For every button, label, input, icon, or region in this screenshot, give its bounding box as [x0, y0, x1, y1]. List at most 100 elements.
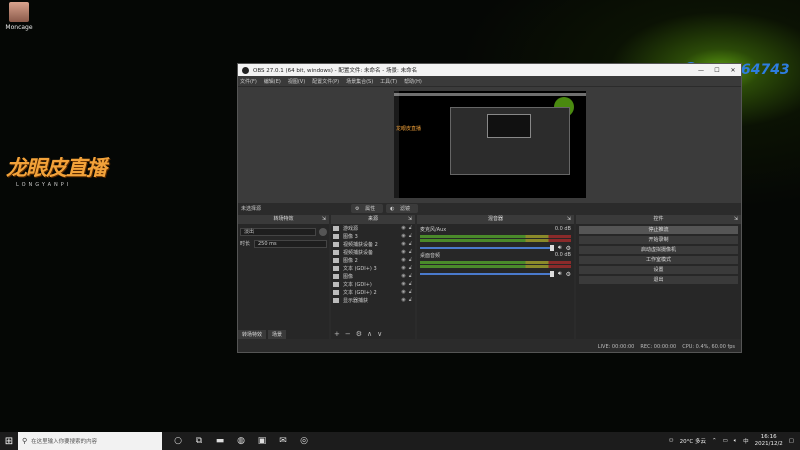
eye-icon[interactable]: ◉ [401, 297, 405, 303]
gear-icon[interactable] [319, 227, 327, 236]
eye-icon[interactable]: ◉ [401, 265, 405, 271]
menu-help[interactable]: 帮助(H) [404, 78, 422, 85]
mixer-channel: 桌面音频 0.0 dB 🔊︎ ⚙ [417, 250, 574, 278]
source-item[interactable]: 显示器捕获 ◉ 🔓︎ [331, 296, 415, 304]
lock-icon[interactable]: 🔓︎ [409, 249, 412, 255]
menu-file[interactable]: 文件(F) [240, 78, 257, 85]
source-item[interactable]: 图像 ◉ 🔓︎ [331, 272, 415, 280]
source-item[interactable]: 文本 (GDI+) 2 ◉ 🔓︎ [331, 288, 415, 296]
menu-tools[interactable]: 工具(T) [380, 78, 397, 85]
lock-icon[interactable]: 🔓︎ [409, 289, 412, 295]
lock-icon[interactable]: 🔓︎ [409, 233, 412, 239]
eye-icon[interactable]: ◉ [401, 225, 405, 231]
lock-icon[interactable]: 🔓︎ [409, 225, 412, 231]
streamer-logo: 龙眼皮直播 LONGYANPI [6, 152, 122, 188]
mixer-dock: 混音器 ⇲ 麦克风/Aux 0.0 dB 🔊︎ ⚙ 桌面音频 0.0 dB 🔊︎ ⚙ [417, 215, 574, 339]
menu-profile[interactable]: 配置文件(P) [312, 78, 339, 85]
source-item[interactable]: 视频捕获设备 ◉ 🔓︎ [331, 248, 415, 256]
mail-icon[interactable]: ✉ [277, 435, 289, 447]
close-icon[interactable]: ✕ [725, 67, 741, 74]
eye-icon[interactable]: ◉ [401, 281, 405, 287]
source-item[interactable]: 文本 (GDI+) ◉ 🔓︎ [331, 280, 415, 288]
dock-float-icon[interactable]: ⇲ [408, 215, 412, 224]
source-type-icon [333, 257, 339, 263]
windows-start-icon[interactable]: ⊞ [0, 436, 18, 447]
eye-icon[interactable]: ◉ [401, 241, 405, 247]
dock-float-icon[interactable]: ⇲ [322, 215, 326, 224]
filters-button[interactable]: ◐ 滤镜 [386, 204, 419, 213]
lock-icon[interactable]: 🔓︎ [409, 297, 412, 303]
source-item[interactable]: 文本 (GDI+) 3 ◉ 🔓︎ [331, 264, 415, 272]
properties-button[interactable]: ⚙ 属性 [351, 204, 384, 213]
gear-icon[interactable]: ⚙ [566, 245, 571, 252]
source-toolbar: 未选择源 ⚙ 属性 ◐ 滤镜 [238, 203, 741, 214]
move-up-button[interactable]: ∧ [367, 330, 372, 338]
source-item[interactable]: 图像 2 ◉ 🔓︎ [331, 256, 415, 264]
channel-name: 麦克风/Aux [420, 227, 447, 233]
minimize-icon[interactable]: — [693, 67, 709, 74]
volume-slider[interactable] [420, 247, 552, 249]
tab-transitions[interactable]: 转场特效 [238, 330, 267, 339]
taskbar-search[interactable]: ⚲ 在这里输入你要搜索的内容 [18, 432, 162, 450]
duration-label: 时长 [240, 241, 251, 247]
ime-icon[interactable]: 中 [743, 437, 749, 445]
menu-view[interactable]: 视图(V) [288, 78, 305, 85]
menu-edit[interactable]: 编辑(E) [264, 78, 281, 85]
duration-input[interactable]: 250 ms [254, 239, 327, 248]
cortana-icon[interactable]: ○ [172, 435, 184, 447]
transition-type-select[interactable]: 淡出 [240, 227, 316, 236]
lock-icon[interactable]: 🔓︎ [409, 257, 412, 263]
menu-scene-collection[interactable]: 场景集合(S) [346, 78, 373, 85]
gear-icon[interactable]: ⚙ [566, 271, 571, 278]
taskbar-clock[interactable]: 16:16 2021/12/2 [755, 434, 783, 448]
exit-button[interactable]: 退出 [579, 276, 738, 284]
eye-icon[interactable]: ◉ [401, 257, 405, 263]
lock-icon[interactable]: 🔓︎ [409, 265, 412, 271]
eye-icon[interactable]: ◉ [401, 249, 405, 255]
eye-icon[interactable]: ◉ [401, 289, 405, 295]
notification-icon[interactable]: ▢ [789, 438, 794, 444]
weather-widget[interactable]: 20°C 多云 [680, 437, 706, 445]
obs-window: OBS 27.0.1 (64 bit, windows) - 配置文件: 未命名… [237, 63, 742, 353]
lock-icon[interactable]: 🔓︎ [409, 281, 412, 287]
obs-taskbar-icon[interactable]: ◎ [298, 435, 310, 447]
task-view-icon[interactable]: ⧉ [193, 435, 205, 447]
speaker-icon[interactable]: 🔊︎ [558, 270, 562, 278]
remove-source-button[interactable]: − [345, 330, 351, 338]
chevron-up-icon[interactable]: ⌃ [712, 438, 717, 444]
volume-slider-handle[interactable] [549, 271, 554, 277]
start-virtual-camera-button[interactable]: 启动虚拟摄像机 [579, 246, 738, 254]
network-icon[interactable]: ▭ [723, 438, 728, 444]
source-item[interactable]: 图像 3 ◉ 🔓︎ [331, 232, 415, 240]
file-explorer-icon[interactable]: ▬ [214, 435, 226, 447]
stop-streaming-button[interactable]: 停止推流 [579, 226, 738, 234]
desktop-icon-moncage[interactable]: Moncage [4, 2, 34, 31]
add-source-button[interactable]: + [334, 330, 340, 338]
source-item[interactable]: 游戏源 ◉ 🔓︎ [331, 224, 415, 232]
maximize-icon[interactable]: ☐ [709, 67, 725, 74]
volume-icon[interactable]: 🔈︎ [734, 438, 737, 445]
preview-canvas[interactable]: 龙眼皮直播 [394, 91, 586, 198]
sources-toolbar: + − ⚙ ∧ ∨ [331, 329, 415, 339]
controls-dock: 控件 ⇲ 停止推流 开始录制 启动虚拟摄像机 工作室模式 设置 退出 [576, 215, 741, 339]
tab-scenes[interactable]: 场景 [268, 330, 287, 339]
source-type-icon [333, 241, 339, 247]
dock-float-icon[interactable]: ⇲ [734, 215, 738, 224]
speaker-icon[interactable]: 🔊︎ [558, 244, 562, 252]
volume-slider[interactable] [420, 273, 552, 275]
dock-float-icon[interactable]: ⇲ [567, 215, 571, 224]
eye-icon[interactable]: ◉ [401, 273, 405, 279]
edge-icon[interactable]: ◍ [235, 435, 247, 447]
settings-button[interactable]: 设置 [579, 266, 738, 274]
move-down-button[interactable]: ∨ [377, 330, 382, 338]
lock-icon[interactable]: 🔓︎ [409, 273, 412, 279]
volume-slider-handle[interactable] [549, 245, 554, 251]
person-icon[interactable]: ⚇ [669, 438, 674, 444]
lock-icon[interactable]: 🔓︎ [409, 241, 412, 247]
source-item[interactable]: 视频捕获设备 2 ◉ 🔓︎ [331, 240, 415, 248]
store-icon[interactable]: ▣ [256, 435, 268, 447]
source-settings-button[interactable]: ⚙ [356, 330, 362, 338]
eye-icon[interactable]: ◉ [401, 233, 405, 239]
start-recording-button[interactable]: 开始录制 [579, 236, 738, 244]
studio-mode-button[interactable]: 工作室模式 [579, 256, 738, 264]
